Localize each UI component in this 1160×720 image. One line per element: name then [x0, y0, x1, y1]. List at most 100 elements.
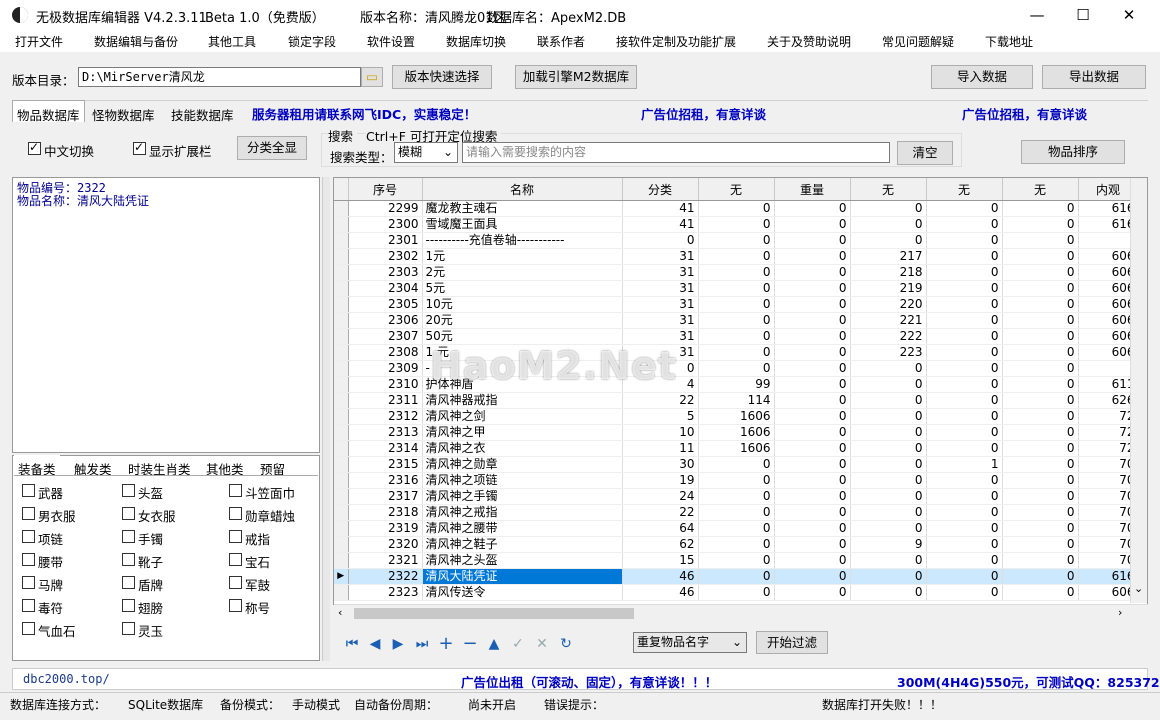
- cell-value[interactable]: 0: [850, 360, 927, 377]
- cat-tab-equip[interactable]: 装备类: [14, 455, 60, 482]
- refresh-icon[interactable]: ↻: [557, 636, 575, 652]
- table-row[interactable]: 2307 50元 31 0 0 222 0 0 606: [334, 328, 1139, 345]
- cell-value[interactable]: 0: [698, 312, 775, 329]
- cell-value[interactable]: 616: [1078, 216, 1139, 233]
- row-indicator[interactable]: [334, 440, 349, 457]
- row-indicator[interactable]: [334, 216, 349, 233]
- cell-value[interactable]: 0: [698, 552, 775, 569]
- cell-value[interactable]: 31: [622, 248, 699, 265]
- cell-value[interactable]: 626: [1078, 392, 1139, 409]
- cell-value[interactable]: 11: [622, 440, 699, 457]
- cell-value[interactable]: 221: [850, 312, 927, 329]
- cell-value[interactable]: 0: [926, 440, 1003, 457]
- show-all-categories-button[interactable]: 分类全显: [237, 136, 307, 160]
- cell-name[interactable]: 1元: [422, 248, 623, 265]
- cell-value[interactable]: 0: [1002, 216, 1079, 233]
- menu-about[interactable]: 关于及赞助说明: [767, 33, 851, 50]
- cell-name[interactable]: ----------充值卷轴-----------: [422, 232, 623, 249]
- cat-tab-trigger[interactable]: 触发类: [70, 455, 116, 482]
- menu-custom-dev[interactable]: 接软件定制及功能扩展: [616, 33, 736, 50]
- cell-value[interactable]: 0: [850, 472, 927, 489]
- item-sort-button[interactable]: 物品排序: [1021, 140, 1125, 164]
- table-row[interactable]: 2323 清风传送令 46 0 0 0 0 0 606: [334, 584, 1139, 601]
- cell-name[interactable]: 清风神之项链: [422, 472, 623, 489]
- category-checkbox[interactable]: [122, 553, 135, 566]
- cell-name[interactable]: 清风大陆凭证: [422, 568, 623, 585]
- category-checkbox[interactable]: [22, 507, 35, 520]
- cell-value[interactable]: 0: [774, 456, 851, 473]
- cell-value[interactable]: 0: [850, 440, 927, 457]
- table-row[interactable]: 2303 2元 31 0 0 218 0 0 606: [334, 264, 1139, 281]
- cell-value[interactable]: 2305: [348, 296, 423, 313]
- first-record-icon[interactable]: ⏮: [343, 636, 361, 652]
- category-checkbox[interactable]: [229, 576, 242, 589]
- cell-value[interactable]: 0: [774, 360, 851, 377]
- cell-value[interactable]: 2306: [348, 312, 423, 329]
- cell-value[interactable]: 1606: [698, 440, 775, 457]
- cell-value[interactable]: 70: [1078, 472, 1139, 489]
- cell-value[interactable]: 2300: [348, 216, 423, 233]
- cell-value[interactable]: 0: [698, 456, 775, 473]
- cell-value[interactable]: 0: [1002, 408, 1079, 425]
- cell-value[interactable]: 19: [622, 472, 699, 489]
- row-indicator[interactable]: [334, 536, 349, 553]
- cell-value[interactable]: 0: [850, 520, 927, 537]
- cell-name[interactable]: 50元: [422, 328, 623, 345]
- cell-value[interactable]: 31: [622, 312, 699, 329]
- cell-value[interactable]: 0: [774, 552, 851, 569]
- cell-name[interactable]: 清风神之腰带: [422, 520, 623, 537]
- cell-name[interactable]: 10元: [422, 296, 623, 313]
- chinese-switch-checkbox[interactable]: [28, 140, 41, 155]
- cell-value[interactable]: 0: [774, 520, 851, 537]
- cell-value[interactable]: 0: [926, 280, 1003, 297]
- cell-value[interactable]: 72: [1078, 408, 1139, 425]
- row-indicator[interactable]: [334, 200, 349, 217]
- cell-value[interactable]: 0: [1002, 424, 1079, 441]
- category-checkbox[interactable]: [122, 530, 135, 543]
- table-row[interactable]: 2305 10元 31 0 0 220 0 0 606: [334, 296, 1139, 313]
- table-row[interactable]: 2312 清风神之剑 5 1606 0 0 0 0 72: [334, 408, 1139, 425]
- cell-value[interactable]: 0: [774, 472, 851, 489]
- cell-value[interactable]: 70: [1078, 456, 1139, 473]
- cell-name[interactable]: 清风神之手镯: [422, 488, 623, 505]
- cell-value[interactable]: 0: [926, 504, 1003, 521]
- cell-value[interactable]: 611: [1078, 376, 1139, 393]
- cell-value[interactable]: 0: [698, 344, 775, 361]
- export-button[interactable]: 导出数据: [1042, 65, 1146, 89]
- cell-value[interactable]: 0: [774, 536, 851, 553]
- menu-switch-db[interactable]: 数据库切换: [446, 33, 506, 50]
- footer-link[interactable]: dbc2000.top/: [23, 672, 110, 686]
- cell-value[interactable]: 2322: [348, 568, 423, 585]
- cell-value[interactable]: 0: [774, 344, 851, 361]
- cell-name[interactable]: 清风神之勋章: [422, 456, 623, 473]
- cell-value[interactable]: 220: [850, 296, 927, 313]
- table-row[interactable]: 2313 清风神之甲 10 1606 0 0 0 0 72: [334, 424, 1139, 441]
- row-indicator[interactable]: [334, 232, 349, 249]
- cell-value[interactable]: 0: [1002, 328, 1079, 345]
- column-header[interactable]: 重量: [774, 178, 851, 201]
- cell-value[interactable]: 0: [774, 440, 851, 457]
- cell-value[interactable]: 616: [1078, 200, 1139, 217]
- cell-value[interactable]: [1078, 360, 1139, 377]
- category-checkbox[interactable]: [229, 507, 242, 520]
- cell-value[interactable]: 0: [850, 232, 927, 249]
- table-row[interactable]: 2319 清风神之腰带 64 0 0 0 0 0 70: [334, 520, 1139, 537]
- menu-settings[interactable]: 软件设置: [367, 33, 415, 50]
- cell-value[interactable]: 31: [622, 280, 699, 297]
- column-header[interactable]: 无: [698, 178, 775, 201]
- cell-value[interactable]: [1078, 232, 1139, 249]
- cell-value[interactable]: 616: [1078, 568, 1139, 585]
- cell-value[interactable]: 0: [850, 456, 927, 473]
- start-filter-button[interactable]: 开始过滤: [756, 631, 828, 654]
- cell-value[interactable]: 114: [698, 392, 775, 409]
- cell-value[interactable]: 2318: [348, 504, 423, 521]
- folder-browse-icon[interactable]: ▭: [361, 67, 383, 87]
- cell-value[interactable]: 606: [1078, 584, 1139, 601]
- cell-name[interactable]: 清风神器戒指: [422, 392, 623, 409]
- cell-value[interactable]: 0: [926, 520, 1003, 537]
- cell-value[interactable]: 0: [698, 200, 775, 217]
- cell-value[interactable]: 0: [1002, 280, 1079, 297]
- cell-value[interactable]: 219: [850, 280, 927, 297]
- duplicate-filter-select[interactable]: 重复物品名字 ⌄: [633, 632, 747, 653]
- cell-value[interactable]: 0: [774, 216, 851, 233]
